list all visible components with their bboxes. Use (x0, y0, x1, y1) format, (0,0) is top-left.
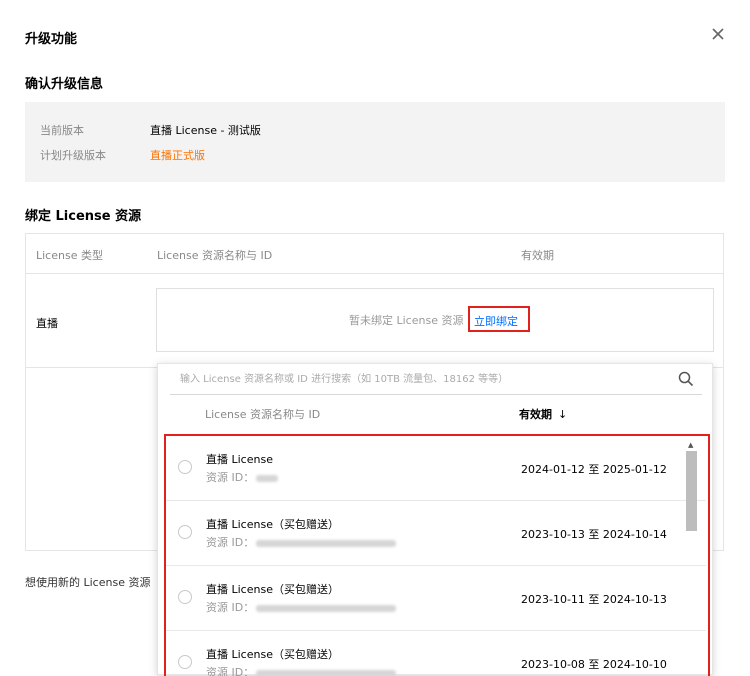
search-icon[interactable] (678, 371, 694, 387)
list-highlight (164, 434, 710, 676)
footer-note: 想使用新的 License 资源 (25, 576, 151, 589)
table-row: 直播 暂未绑定 License 资源 立即绑定 (26, 274, 723, 368)
table-header: License 类型 License 资源名称与 ID 有效期 (26, 234, 723, 274)
dialog-title: 升级功能 (25, 32, 78, 47)
confirm-section-title: 确认升级信息 (25, 77, 104, 92)
column-license-name-id: License 资源名称与 ID (157, 249, 273, 262)
current-version-label: 当前版本 (40, 124, 84, 137)
row-license-type: 直播 (36, 317, 58, 330)
current-version-value: 直播 License - 测试版 (150, 124, 261, 137)
dropdown-column-validity[interactable]: 有效期 ↓ (519, 406, 567, 422)
validity-header-label: 有效期 (519, 408, 552, 421)
sort-down-icon[interactable]: ↓ (558, 408, 567, 421)
search-bar (170, 364, 702, 395)
bind-section-title: 绑定 License 资源 (25, 209, 142, 224)
unbound-text: 暂未绑定 License 资源 (349, 314, 464, 327)
bind-resource-box: 暂未绑定 License 资源 立即绑定 (156, 288, 714, 352)
close-icon[interactable] (708, 24, 728, 44)
upgrade-info-panel: 当前版本 直播 License - 测试版 计划升级版本 直播正式版 (25, 102, 725, 182)
search-input[interactable] (180, 370, 650, 388)
planned-version-label: 计划升级版本 (40, 149, 106, 162)
license-select-dropdown: License 资源名称与 ID 有效期↓ 直播 License 资源 ID： … (157, 363, 713, 676)
column-license-type: License 类型 (36, 249, 103, 262)
bind-now-link[interactable]: 立即绑定 (474, 313, 518, 329)
planned-version-value: 直播正式版 (150, 149, 205, 162)
bind-now-highlight: 立即绑定 (468, 306, 530, 332)
dropdown-column-name: License 资源名称与 ID (205, 408, 321, 421)
column-validity: 有效期 (521, 249, 554, 262)
